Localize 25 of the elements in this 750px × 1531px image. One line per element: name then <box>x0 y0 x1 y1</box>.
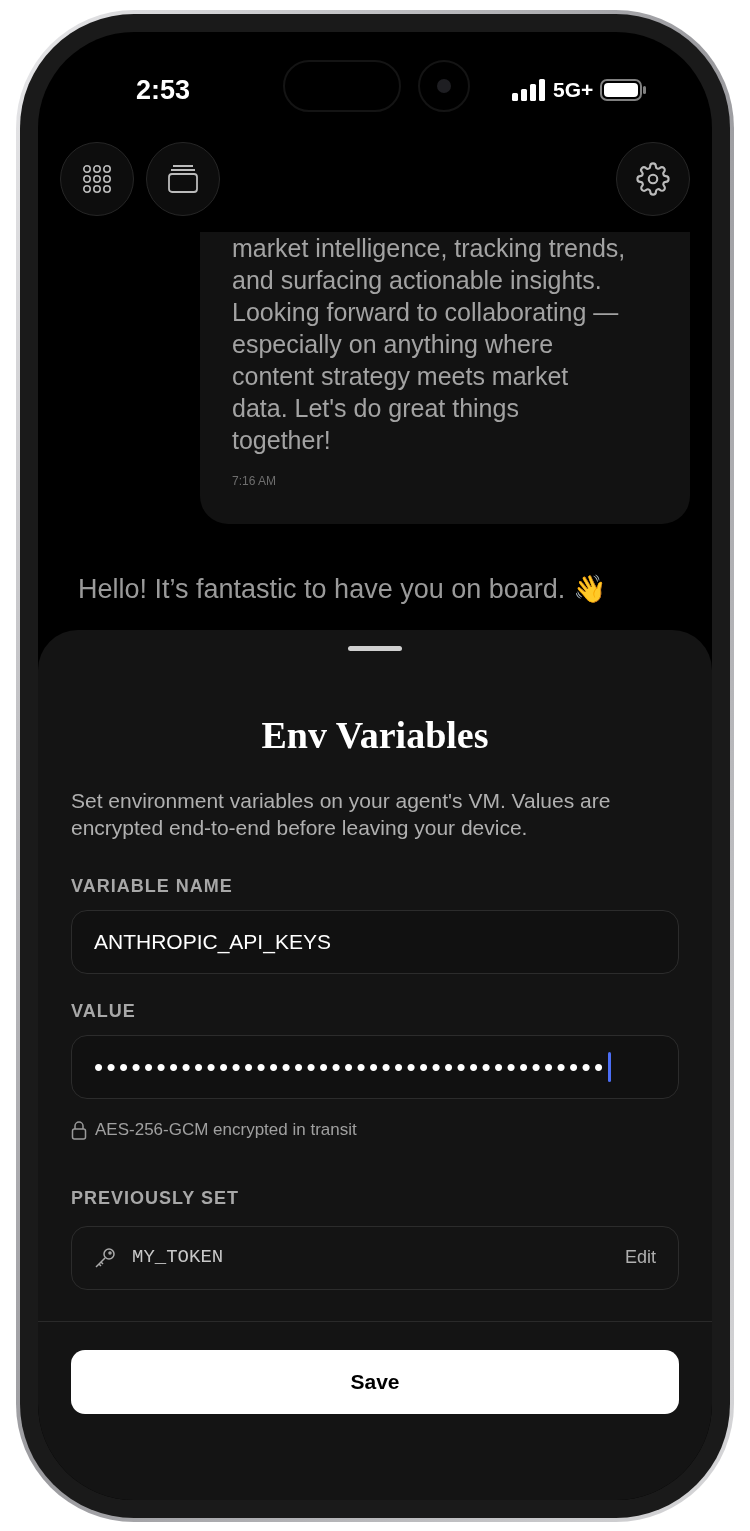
sheet-description: Set environment variables on your agent's VM. Values are encrypted end-to-end before leaving your device. <box>71 788 612 841</box>
drag-handle[interactable] <box>348 646 402 651</box>
field-label: VALUE <box>71 1000 137 1023</box>
field-label: VARIABLE NAME <box>71 875 234 898</box>
signal-icon <box>512 78 546 101</box>
battery-icon <box>600 78 647 101</box>
grid-icon <box>82 164 112 194</box>
stack-icon <box>167 164 199 194</box>
key-icon <box>94 1246 116 1269</box>
lock-icon <box>71 1119 87 1140</box>
camera-lens <box>418 60 470 112</box>
variable-name: MY_TOKEN <box>132 1245 224 1271</box>
message-text: Hello! It’s fantastic to have you on board. 👋 <box>78 573 608 606</box>
status-time: 2:53 <box>136 74 191 107</box>
save-button[interactable]: Save <box>71 1349 679 1414</box>
message-time: 7:16 AM <box>232 473 278 490</box>
sheet-title: Env Variables <box>260 713 490 757</box>
name-field[interactable]: ANTHROPIC_API_KEYS <box>71 910 679 974</box>
network-label: 5G+ <box>553 77 594 103</box>
settings-icon <box>636 162 670 196</box>
encryption-note: AES-256-GCM encrypted in transit <box>95 1119 357 1141</box>
message-text: market intelligence, tracking trends, and surfacing actionable insights. Looking forward to collaborating — especially on anything where content strategy meets market data. Let's do great things together! <box>232 233 627 456</box>
edit-link[interactable]: Edit <box>624 1244 656 1271</box>
section-label: PREVIOUSLY SET <box>71 1186 241 1210</box>
value-field[interactable]: ••••••••••••••••••••••••••••••••••••••••• <box>71 1035 679 1099</box>
